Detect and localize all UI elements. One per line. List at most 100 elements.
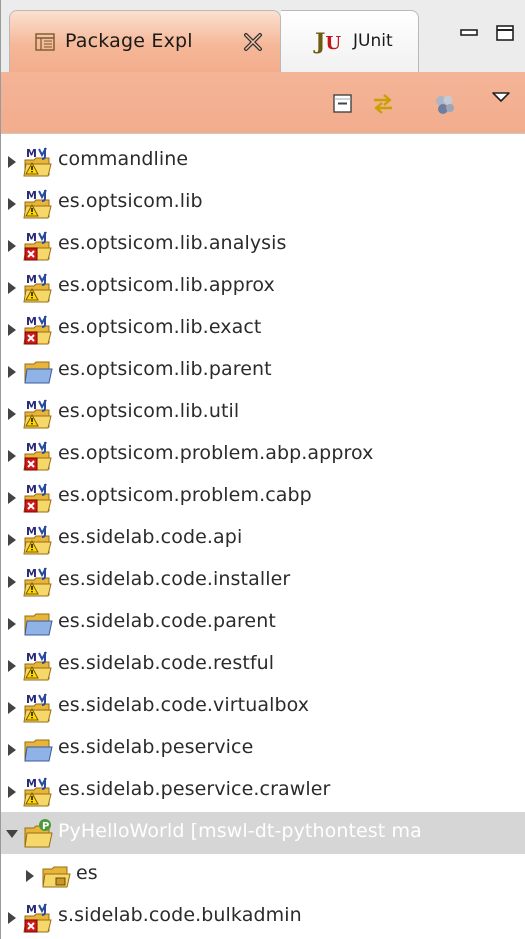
tree-item[interactable]: Mcommandline — [1, 140, 525, 182]
svg-text:M: M — [26, 231, 37, 244]
package-explorer-icon — [35, 33, 55, 51]
expand-arrow-right-icon[interactable] — [5, 575, 19, 589]
tree-item-label: es.optsicom.lib.analysis — [58, 232, 287, 254]
svg-text:P: P — [42, 821, 49, 832]
filters-icon[interactable] — [433, 92, 457, 116]
python-project-icon: P — [24, 819, 53, 848]
expand-arrow-right-icon[interactable] — [5, 365, 19, 379]
expand-arrow-right-icon[interactable] — [5, 617, 19, 631]
project-folder-icon — [24, 613, 53, 636]
tree-item-label: es.optsicom.lib.util — [58, 400, 240, 422]
tree-item-label: es.optsicom.problem.abp.approx — [58, 442, 374, 464]
tree-item[interactable]: P PyHelloWorld [mswl-dt-pythontest ma — [1, 812, 525, 854]
project-folder-icon — [24, 361, 53, 384]
svg-text:M: M — [26, 903, 37, 916]
tree-item[interactable]: Mes.optsicom.lib.exact — [1, 308, 525, 350]
tree-item-label: es.sidelab.code.restful — [58, 652, 275, 674]
close-icon[interactable] — [242, 31, 264, 53]
expand-arrow-right-icon[interactable] — [5, 323, 19, 337]
maven-project-warning-icon: M — [23, 273, 52, 303]
expand-arrow-right-icon[interactable] — [5, 911, 19, 925]
maven-project-error-icon: M — [23, 315, 52, 345]
expand-arrow-right-icon[interactable] — [5, 407, 19, 421]
svg-text:M: M — [26, 483, 37, 496]
expand-arrow-down-icon[interactable] — [5, 827, 19, 841]
source-folder-icon — [42, 866, 71, 888]
tree-item[interactable]: Ms.sidelab.code.bulkadmin — [1, 896, 525, 938]
svg-text:M: M — [26, 315, 37, 328]
tree-item[interactable]: Mes.sidelab.code.restful — [1, 644, 525, 686]
svg-text:M: M — [26, 399, 37, 412]
tree-item[interactable]: es.sidelab.peservice — [1, 728, 525, 770]
tree-item[interactable]: Mes.sidelab.code.api — [1, 518, 525, 560]
tree-item-label: s.sidelab.code.bulkadmin — [58, 904, 302, 926]
tree-item[interactable]: es.optsicom.lib.parent — [1, 350, 525, 392]
maven-project-error-icon: M — [23, 441, 52, 471]
junit-icon: JU — [315, 29, 342, 55]
tree-item[interactable]: Mes.optsicom.lib.analysis — [1, 224, 525, 266]
tree-item[interactable]: Mes.optsicom.lib.approx — [1, 266, 525, 308]
expand-arrow-right-icon[interactable] — [5, 281, 19, 295]
expand-arrow-right-icon[interactable] — [5, 197, 19, 211]
tree-item-label: es.optsicom.lib.exact — [58, 316, 262, 338]
view-tab-bar: Package Expl JU JUnit — [1, 0, 525, 72]
tree-item[interactable]: Mes.optsicom.problem.abp.approx — [1, 434, 525, 476]
tree-item-label: es.optsicom.lib.parent — [58, 358, 272, 380]
maven-project-warning-icon: M — [23, 189, 52, 219]
tab-junit[interactable]: JU JUnit — [281, 10, 419, 72]
maven-project-warning-icon: M — [23, 777, 52, 807]
svg-text:M: M — [26, 189, 37, 202]
tree-item-label: es — [76, 862, 98, 884]
tree-item-label: es.sidelab.peservice — [58, 736, 254, 758]
view-menu-icon[interactable] — [489, 86, 513, 110]
tree-item-label: es.sidelab.code.installer — [58, 568, 291, 590]
tree-item-label: es.optsicom.lib.approx — [58, 274, 275, 296]
expand-arrow-right-icon[interactable] — [5, 785, 19, 799]
tree-item[interactable]: Mes.sidelab.code.virtualbox — [1, 686, 525, 728]
tree-item[interactable]: Mes.sidelab.code.installer — [1, 560, 525, 602]
expand-arrow-right-icon[interactable] — [23, 869, 37, 883]
maven-project-warning-icon: M — [23, 567, 52, 597]
expand-arrow-right-icon[interactable] — [5, 533, 19, 547]
svg-text:M: M — [26, 525, 37, 538]
svg-text:M: M — [26, 651, 37, 664]
tree-item-label: es.sidelab.code.api — [58, 526, 243, 548]
package-explorer-view: Package Expl JU JUnit M commandline M es… — [0, 0, 525, 939]
expand-arrow-right-icon[interactable] — [5, 239, 19, 253]
tree-item[interactable]: Mes.optsicom.lib — [1, 182, 525, 224]
expand-arrow-right-icon[interactable] — [5, 659, 19, 673]
maven-project-error-icon: M — [23, 231, 52, 261]
expand-arrow-right-icon[interactable] — [5, 743, 19, 757]
maven-project-error-icon: M — [23, 903, 52, 933]
svg-text:M: M — [26, 147, 37, 160]
maximize-icon[interactable] — [495, 24, 517, 42]
maven-project-warning-icon: M — [23, 693, 52, 723]
tree-item-label: commandline — [58, 148, 189, 170]
expand-arrow-right-icon[interactable] — [5, 701, 19, 715]
svg-text:M: M — [26, 777, 37, 790]
tree-item-label: es.sidelab.code.virtualbox — [58, 694, 310, 716]
tree-item[interactable]: Mes.optsicom.problem.cabp — [1, 476, 525, 518]
svg-text:M: M — [26, 441, 37, 454]
expand-arrow-right-icon[interactable] — [5, 155, 19, 169]
svg-text:M: M — [26, 567, 37, 580]
tab-package-explorer-label: Package Expl — [65, 30, 193, 52]
maven-project-warning-icon: M — [23, 525, 52, 555]
expand-arrow-right-icon[interactable] — [5, 449, 19, 463]
tree-item-label: PyHelloWorld [mswl-dt-pythontest ma — [58, 820, 422, 842]
tree-item[interactable]: es — [1, 854, 525, 896]
tree-item-label: es.optsicom.problem.cabp — [58, 484, 312, 506]
tree-item-label: es.sidelab.peservice.crawler — [58, 778, 331, 800]
svg-text:M: M — [26, 273, 37, 286]
maven-project-warning-icon: M — [23, 651, 52, 681]
tree-item[interactable]: Mes.optsicom.lib.util — [1, 392, 525, 434]
expand-arrow-right-icon[interactable] — [5, 491, 19, 505]
tab-package-explorer[interactable]: Package Expl — [9, 10, 281, 72]
tree-item[interactable]: Mes.sidelab.peservice.crawler — [1, 770, 525, 812]
tree-item-label: es.optsicom.lib — [58, 190, 203, 212]
svg-text:M: M — [26, 693, 37, 706]
link-with-editor-icon[interactable] — [371, 92, 395, 116]
collapse-all-icon[interactable] — [331, 92, 355, 116]
tree-item[interactable]: es.sidelab.code.parent — [1, 602, 525, 644]
minimize-icon[interactable] — [459, 24, 481, 42]
